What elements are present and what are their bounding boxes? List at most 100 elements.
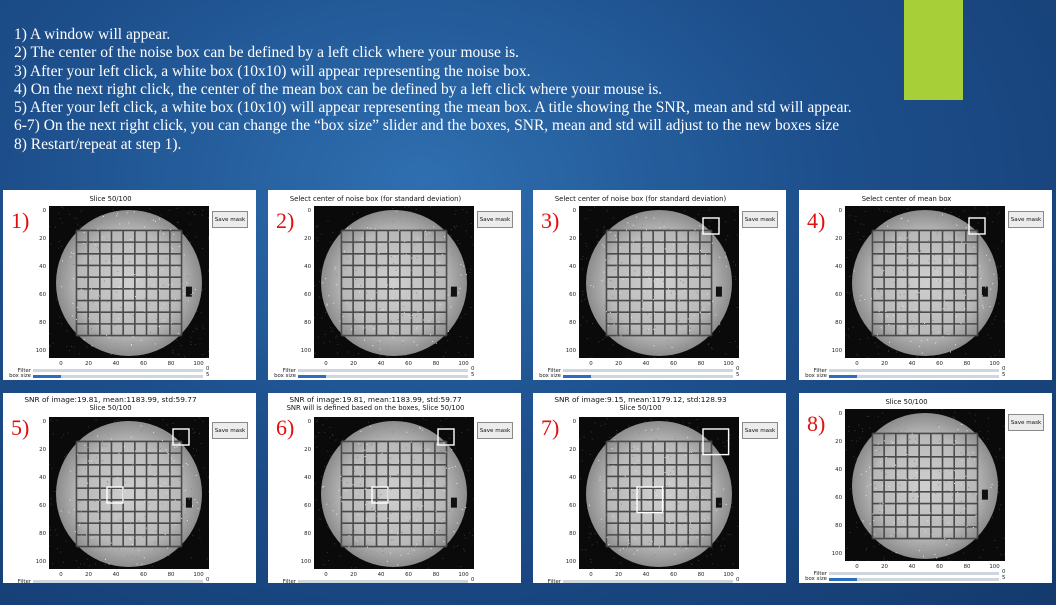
instruction-line: 5) After your left click, a white box (1… — [14, 99, 852, 117]
x-tick-label: 20 — [85, 572, 92, 578]
x-tick-label: 40 — [642, 361, 650, 367]
y-tick-label: 60 — [569, 503, 576, 509]
box-size-label: box size — [539, 373, 561, 379]
box-size-slider[interactable] — [33, 375, 203, 378]
figure-panel: 1) Slice 50/100 Save mask 0 20 40 60 80 100 0 20 40… — [3, 190, 256, 380]
phantom-image[interactable] — [49, 417, 209, 569]
y-tick-label: 60 — [569, 292, 576, 298]
box-size-value: 5 — [206, 372, 210, 378]
save-mask-button[interactable]: Save mask — [1008, 414, 1044, 431]
y-tick-label: 20 — [304, 447, 311, 453]
x-tick-label: 80 — [963, 564, 971, 570]
save-mask-button[interactable]: Save mask — [212, 211, 248, 228]
y-tick-label: 80 — [39, 531, 46, 537]
step-number: 8) — [807, 411, 826, 436]
figure-panel: 4) Select center of mean box Save mask 0 20 4… — [799, 190, 1052, 380]
save-mask-button[interactable]: Save mask — [742, 211, 778, 228]
filter-slider[interactable] — [33, 369, 203, 372]
box-size-slider[interactable] — [298, 375, 468, 378]
x-tick-label: 0 — [589, 572, 593, 578]
save-mask-button[interactable]: Save mask — [477, 422, 513, 439]
box-size-slider[interactable] — [829, 375, 999, 378]
y-tick-label: 0 — [838, 411, 842, 417]
x-tick-label: 80 — [167, 361, 175, 367]
y-tick-label: 100 — [565, 348, 576, 354]
figure-panel: 5) SNR of image:19.81, mean:1183.99, std:… — [3, 393, 256, 583]
save-mask-button[interactable]: Save mask — [477, 211, 513, 228]
x-tick-label: 20 — [350, 361, 357, 367]
filter-slider[interactable] — [829, 369, 999, 372]
plot-title: SNR of image:9.15, mean:1179.12, std:128… — [554, 395, 727, 404]
y-tick-label: 100 — [300, 348, 311, 354]
step-number: 1) — [11, 208, 30, 233]
y-tick-label: 0 — [572, 208, 576, 214]
y-tick-label: 40 — [569, 264, 576, 270]
phantom-image[interactable] — [579, 206, 739, 358]
instruction-line: 2) The center of the noise box can be de… — [14, 44, 520, 62]
x-tick-label: 60 — [936, 361, 943, 367]
mri-image — [314, 417, 474, 569]
y-tick-label: 60 — [304, 503, 311, 509]
phantom-image[interactable] — [845, 206, 1005, 358]
mri-image — [314, 206, 474, 358]
phantom-image[interactable] — [49, 206, 209, 358]
box-size-label: box size — [805, 373, 827, 379]
y-tick-label: 40 — [569, 475, 576, 481]
x-tick-label: 60 — [140, 361, 147, 367]
phantom-image[interactable] — [579, 417, 739, 569]
box-size-slider-fill — [829, 578, 857, 581]
figure-panel: 6) SNR of image:19.81, mean:1183.99, std:… — [268, 393, 521, 583]
filter-slider[interactable] — [563, 580, 733, 583]
mri-image — [579, 206, 739, 358]
y-tick-label: 0 — [572, 419, 576, 425]
save-mask-button[interactable]: Save mask — [1008, 211, 1044, 228]
instruction-line: 6-7) On the next right click, you can ch… — [14, 117, 840, 135]
x-tick-label: 40 — [908, 564, 916, 570]
step-number: 6) — [276, 415, 295, 440]
mri-image — [49, 417, 209, 569]
x-tick-label: 0 — [59, 361, 63, 367]
filter-slider[interactable] — [563, 369, 733, 372]
x-tick-label: 40 — [377, 361, 385, 367]
y-tick-label: 60 — [39, 292, 46, 298]
figure-panel: 2) Select center of noise box (for standa… — [268, 190, 521, 380]
instruction-line: 4) On the next right click, the center o… — [14, 80, 663, 98]
filter-slider[interactable] — [829, 572, 999, 575]
phantom-image[interactable] — [314, 417, 474, 569]
filter-slider[interactable] — [33, 580, 203, 583]
plot-title: Select center of noise box (for standard… — [289, 195, 462, 203]
save-mask-button[interactable]: Save mask — [742, 422, 778, 439]
x-tick-label: 60 — [405, 361, 412, 367]
y-tick-label: 20 — [835, 439, 842, 445]
box-size-value: 5 — [471, 372, 475, 378]
phantom-image[interactable] — [845, 409, 1005, 561]
filter-slider[interactable] — [298, 580, 468, 583]
y-tick-label: 60 — [835, 495, 842, 501]
y-tick-label: 20 — [39, 447, 46, 453]
phantom-image[interactable] — [314, 206, 474, 358]
x-tick-label: 80 — [432, 572, 440, 578]
y-tick-label: 80 — [304, 531, 311, 537]
x-tick-label: 0 — [855, 361, 859, 367]
x-tick-label: 60 — [670, 572, 677, 578]
figure-panel: 3) Select center of noise box (for standa… — [533, 190, 786, 380]
x-tick-label: 60 — [936, 564, 943, 570]
save-mask-button[interactable]: Save mask — [212, 422, 248, 439]
instruction-line: 1) A window will appear. — [14, 26, 171, 43]
plot-title: SNR of image:19.81, mean:1183.99, std:59… — [289, 395, 462, 404]
y-tick-label: 40 — [835, 467, 842, 473]
x-tick-label: 80 — [167, 572, 175, 578]
mri-image — [579, 417, 739, 569]
box-size-slider[interactable] — [829, 578, 999, 581]
box-size-slider[interactable] — [563, 375, 733, 378]
y-tick-label: 0 — [42, 208, 46, 214]
plot-title: Select center of mean box — [861, 195, 952, 203]
y-tick-label: 100 — [831, 348, 842, 354]
filter-label: Filter — [282, 579, 296, 583]
filter-label: Filter — [17, 579, 31, 583]
y-tick-label: 100 — [300, 559, 311, 565]
filter-slider[interactable] — [298, 369, 468, 372]
accent-rectangle — [904, 0, 963, 100]
x-tick-label: 40 — [908, 361, 916, 367]
y-tick-label: 40 — [39, 475, 46, 481]
